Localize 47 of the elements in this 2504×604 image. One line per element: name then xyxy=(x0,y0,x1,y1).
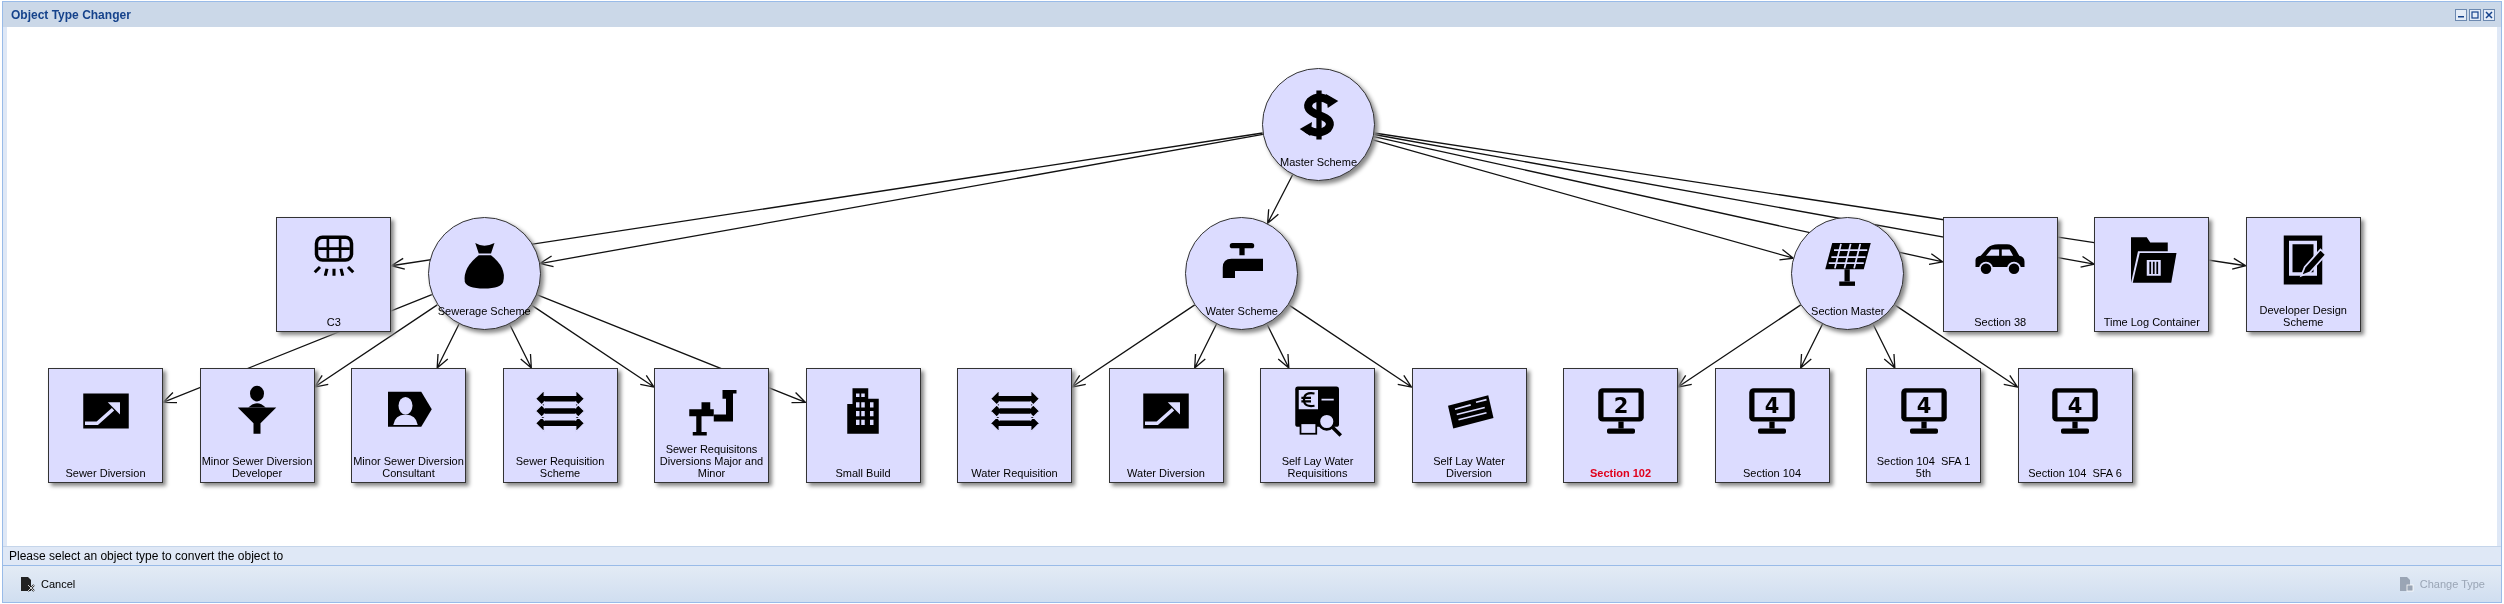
node-label: Master Scheme xyxy=(1279,156,1358,168)
node-label: Section 104 SFA 6 xyxy=(2027,467,2123,479)
object-type-node[interactable]: Section Master xyxy=(1791,217,1905,330)
object-type-node[interactable]: Master Scheme xyxy=(1262,68,1375,181)
node-label: Sewer Requisitons Diversions Major and Minor xyxy=(658,443,765,479)
node-label: Sewer Requisition Scheme xyxy=(514,455,606,479)
status-text: Please select an object type to convert the object to xyxy=(3,546,2501,566)
node-label: Developer Design Scheme xyxy=(2258,304,2348,328)
object-type-node[interactable]: 2 Section 102 xyxy=(1563,368,1678,483)
object-type-node[interactable]: Self Lay Water Diversion xyxy=(1411,368,1527,483)
object-type-node[interactable]: Sewer Requisition Scheme xyxy=(502,368,618,483)
node-label: Minor Sewer Diversion Consultant xyxy=(353,455,464,479)
object-type-node[interactable]: Water Diversion xyxy=(1108,368,1224,483)
object-type-node[interactable]: Developer Design Scheme xyxy=(2245,217,2361,332)
node-label: C3 xyxy=(325,316,342,328)
node-label: Self Lay Water Requisitions xyxy=(1280,455,1355,479)
object-type-node[interactable]: Sewer Requisitons Diversions Major and Minor xyxy=(654,368,769,483)
object-type-node[interactable]: Minor Sewer Diversion Developer xyxy=(199,368,315,483)
node-label: Section 38 xyxy=(1973,316,2028,328)
object-type-node[interactable]: 4 Section 104 SFA 1 5th xyxy=(1866,368,1981,483)
node-label: Section 102 xyxy=(1588,467,1653,479)
node-label: Time Log Container xyxy=(2102,316,2201,328)
node-label: Water Requisition xyxy=(970,467,1059,479)
node-label: Section 104 SFA 1 5th xyxy=(1875,455,1972,479)
object-type-node[interactable]: 4 Section 104 xyxy=(1714,368,1830,483)
object-type-node[interactable]: Section 38 xyxy=(1942,217,2058,332)
node-label: Small Build xyxy=(834,467,892,479)
node-label: Minor Sewer Diversion Developer xyxy=(201,455,313,479)
object-type-node[interactable]: Self Lay Water Requisitions xyxy=(1260,368,1375,483)
object-type-node[interactable]: Sewer Diversion xyxy=(48,368,163,483)
object-type-node[interactable]: Time Log Container xyxy=(2094,217,2210,332)
node-label: Water Diversion xyxy=(1126,467,1206,479)
object-type-node[interactable]: Water Scheme xyxy=(1185,217,1299,330)
node-label: Sewer Diversion xyxy=(64,467,147,479)
node-label: Sewerage Scheme xyxy=(436,305,532,317)
cancel-button[interactable]: Cancel xyxy=(15,572,80,596)
object-type-node[interactable]: C3 xyxy=(276,217,392,332)
object-type-node[interactable]: Sewerage Scheme xyxy=(427,217,541,330)
object-type-node[interactable]: 4 Section 104 SFA 6 xyxy=(2017,368,2133,483)
object-type-node[interactable]: Small Build xyxy=(805,368,921,483)
node-label: Section Master xyxy=(1810,305,1886,317)
object-type-node[interactable]: Water Requisition xyxy=(957,368,1072,483)
node-label: Self Lay Water Diversion xyxy=(1432,455,1506,479)
object-type-node[interactable]: Minor Sewer Diversion Consultant xyxy=(351,368,466,483)
window-title: Object Type Changer xyxy=(11,7,131,22)
node-label: Section 104 xyxy=(1741,467,1803,479)
node-label: Water Scheme xyxy=(1204,305,1279,317)
